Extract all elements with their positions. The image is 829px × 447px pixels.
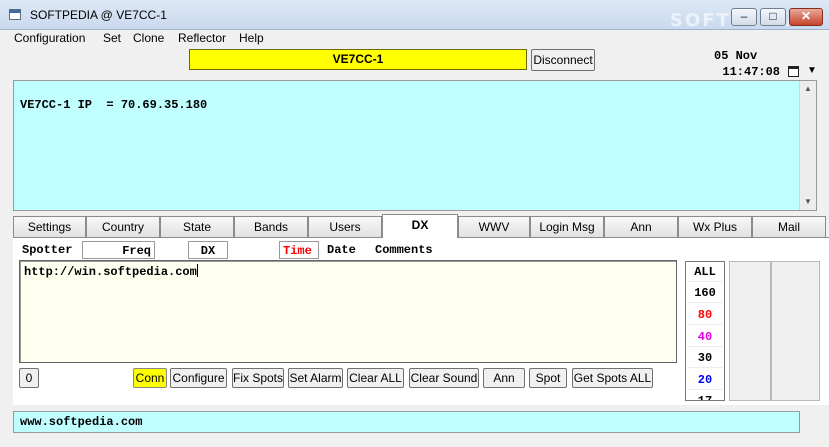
console-scrollbar[interactable]: ▲ ▼ — [799, 81, 816, 210]
spot-button[interactable]: Spot — [529, 368, 567, 388]
tab-strip: Settings Country State Bands Users DX WW… — [13, 214, 829, 238]
column-spotter[interactable]: Spotter — [19, 241, 81, 259]
close-button[interactable]: ✕ — [789, 8, 823, 26]
command-input[interactable]: www.softpedia.com — [13, 411, 800, 433]
spot-line-text: http://win.softpedia.com — [24, 265, 197, 279]
spot-line: http://win.softpedia.com — [24, 264, 198, 279]
console-line: VE7CC-1 IP = 70.69.35.180 — [20, 98, 208, 112]
band-selector: ALL 160 80 40 30 20 17 — [685, 261, 725, 401]
column-freq[interactable]: Freq — [82, 241, 155, 259]
column-date[interactable]: Date — [324, 241, 369, 259]
fix-spots-button[interactable]: Fix Spots — [232, 368, 284, 388]
get-spots-all-button[interactable]: Get Spots ALL — [572, 368, 653, 388]
menu-help[interactable]: Help — [239, 31, 264, 45]
tab-dx[interactable]: DX — [382, 214, 458, 238]
date-display: 05 Nov — [714, 49, 758, 63]
clear-sound-button[interactable]: Clear Sound — [409, 368, 479, 388]
column-time[interactable]: Time — [279, 241, 319, 259]
window-title: SOFTPEDIA @ VE7CC-1 — [30, 8, 167, 22]
tab-mail[interactable]: Mail — [752, 216, 826, 237]
app-icon[interactable] — [9, 9, 21, 20]
column-dx[interactable]: DX — [188, 241, 228, 259]
minimize-button[interactable]: – — [731, 8, 757, 26]
maximize-button[interactable]: □ — [760, 8, 786, 26]
tab-ann[interactable]: Ann — [604, 216, 678, 237]
time-display: 11:47:08 — [722, 65, 780, 79]
tab-wx-plus[interactable]: Wx Plus — [678, 216, 752, 237]
menu-reflector[interactable]: Reflector — [178, 31, 226, 45]
menu-bar: Configuration Set Clone Reflector Help — [0, 30, 829, 48]
scroll-up-icon[interactable]: ▲ — [800, 81, 816, 97]
column-comments[interactable]: Comments — [372, 241, 452, 259]
conn-button[interactable]: Conn — [133, 368, 167, 388]
tab-wwv[interactable]: WWV — [458, 216, 530, 237]
tab-settings[interactable]: Settings — [13, 216, 86, 237]
tab-bands[interactable]: Bands — [234, 216, 308, 237]
menu-set[interactable]: Set — [103, 31, 121, 45]
set-alarm-button[interactable]: Set Alarm — [288, 368, 343, 388]
date-time-display: 05 Nov 11:47:08 — [700, 48, 780, 80]
window-mode-icon[interactable] — [788, 66, 799, 77]
title-bar: SOFTPEDIA @ VE7CC-1 SOFTPEDIA – □ ✕ — [0, 0, 829, 31]
tab-country[interactable]: Country — [86, 216, 160, 237]
tab-state[interactable]: State — [160, 216, 234, 237]
disconnect-button[interactable]: Disconnect — [531, 49, 595, 71]
command-input-text: www.softpedia.com — [20, 415, 143, 429]
side-pane-left — [729, 261, 771, 401]
counter-button[interactable]: 0 — [19, 368, 39, 388]
console-output[interactable]: VE7CC-1 IP = 70.69.35.180 ▲ ▼ — [13, 80, 817, 211]
band-all[interactable]: ALL — [687, 262, 723, 282]
scroll-down-icon[interactable]: ▼ — [800, 194, 816, 210]
band-80[interactable]: 80 — [687, 305, 723, 325]
text-cursor — [196, 264, 198, 277]
spots-list[interactable]: http://win.softpedia.com — [19, 260, 677, 363]
clear-all-button[interactable]: Clear ALL — [347, 368, 404, 388]
menu-configuration[interactable]: Configuration — [14, 31, 85, 45]
connected-callsign: VE7CC-1 — [189, 49, 527, 70]
band-30[interactable]: 30 — [687, 348, 723, 368]
chevron-down-icon[interactable]: ▼ — [805, 64, 819, 78]
band-40[interactable]: 40 — [687, 327, 723, 347]
tab-login-msg[interactable]: Login Msg — [530, 216, 604, 237]
band-17[interactable]: 17 — [687, 391, 723, 400]
configure-button[interactable]: Configure — [170, 368, 227, 388]
side-pane-right — [771, 261, 820, 401]
tab-users[interactable]: Users — [308, 216, 382, 237]
band-160[interactable]: 160 — [687, 283, 723, 303]
ann-button[interactable]: Ann — [483, 368, 525, 388]
menu-clone[interactable]: Clone — [133, 31, 164, 45]
band-20[interactable]: 20 — [687, 370, 723, 390]
